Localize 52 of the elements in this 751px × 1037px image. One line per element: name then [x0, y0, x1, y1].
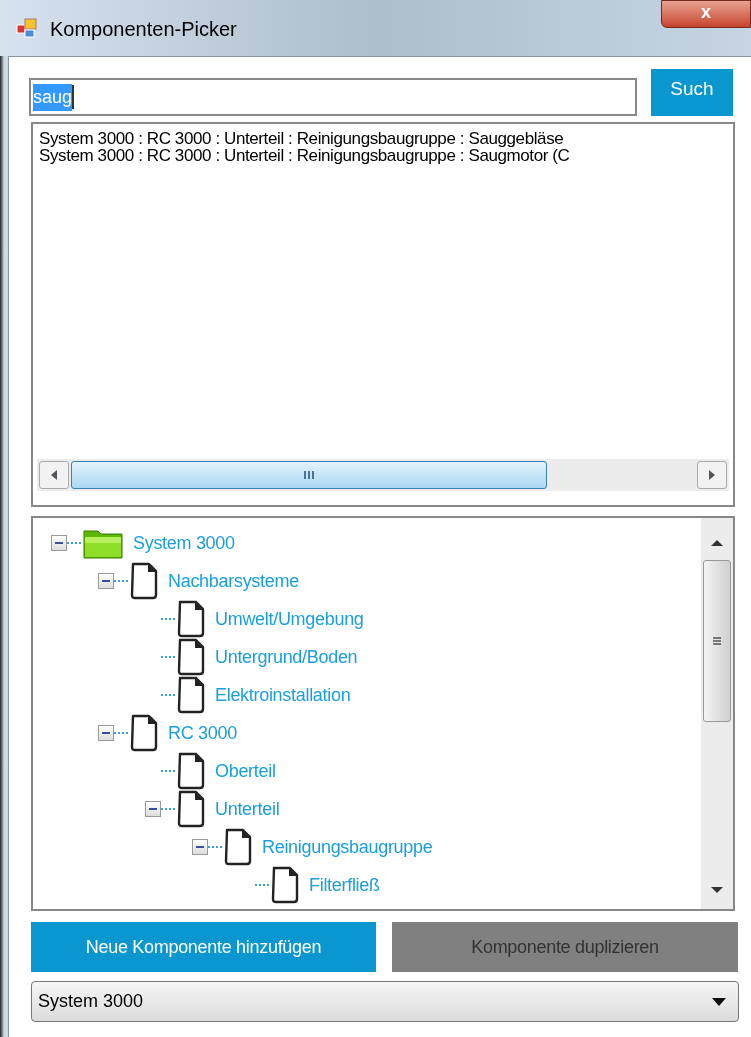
component-dropdown[interactable]: System 3000 [31, 981, 739, 1022]
document-icon [130, 562, 158, 600]
minus-icon [55, 539, 63, 547]
document-icon [177, 676, 205, 714]
tree-node-label[interactable]: Nachbarsysteme [168, 567, 299, 595]
tree-node-label[interactable]: Umwelt/Umgebung [215, 605, 364, 633]
tree-node-label[interactable]: System 3000 [133, 529, 235, 557]
collapse-toggle[interactable] [51, 535, 67, 551]
search-text: saug [33, 83, 73, 111]
scroll-up-icon[interactable] [711, 538, 723, 546]
search-field[interactable]: saug [29, 78, 637, 116]
scroll-left-button[interactable] [39, 461, 69, 489]
scrollbar-thumb[interactable] [703, 560, 731, 722]
scroll-down-icon[interactable] [711, 887, 723, 895]
document-icon [177, 600, 205, 638]
window-title: Komponenten-Picker [50, 17, 237, 42]
dropdown-arrow-icon [712, 997, 726, 1006]
close-button[interactable]: x [661, 0, 751, 28]
dropdown-value: System 3000 [38, 990, 145, 1013]
result-item[interactable]: System 3000 : RC 3000 : Unterteil : Reinigungsbaugruppe : Sauggebläse [39, 130, 564, 147]
document-icon [130, 714, 158, 752]
app-icon [16, 17, 38, 39]
document-icon [271, 866, 299, 904]
tree-node-label[interactable]: Reinigungsbaugruppe [262, 833, 433, 861]
minus-icon [102, 577, 110, 585]
tree-node-label[interactable]: Elektroinstallation [215, 681, 351, 709]
minus-icon [196, 843, 204, 851]
document-icon [224, 828, 252, 866]
result-item[interactable]: System 3000 : RC 3000 : Unterteil : Reinigungsbaugruppe : Saugmotor (C [39, 147, 570, 164]
document-icon [177, 790, 205, 828]
add-component-button[interactable]: Neue Komponente hinzufügen [31, 922, 376, 972]
collapse-toggle[interactable] [192, 839, 208, 855]
horizontal-scrollbar[interactable] [37, 459, 729, 491]
folder-icon [83, 527, 123, 559]
collapse-toggle[interactable] [145, 801, 161, 817]
document-icon [177, 752, 205, 790]
scrollbar-thumb[interactable] [71, 461, 547, 489]
collapse-toggle[interactable] [98, 725, 114, 741]
minus-icon [149, 805, 157, 813]
tree-node-label[interactable]: Untergrund/Boden [215, 643, 358, 671]
tree-node-label[interactable]: RC 3000 [168, 719, 237, 747]
tree-node-label[interactable]: Filterfließ [309, 871, 380, 899]
vertical-scrollbar[interactable] [701, 518, 733, 909]
left-arrow-icon [51, 470, 57, 480]
scroll-right-button[interactable] [697, 461, 727, 489]
tree-node-label[interactable]: Unterteil [215, 795, 280, 823]
right-arrow-icon [709, 470, 715, 480]
tree-node-label[interactable]: Oberteil [215, 757, 276, 785]
collapse-toggle[interactable] [98, 573, 114, 589]
search-button[interactable]: Such [651, 69, 733, 116]
minus-icon [102, 729, 110, 737]
document-icon [177, 638, 205, 676]
